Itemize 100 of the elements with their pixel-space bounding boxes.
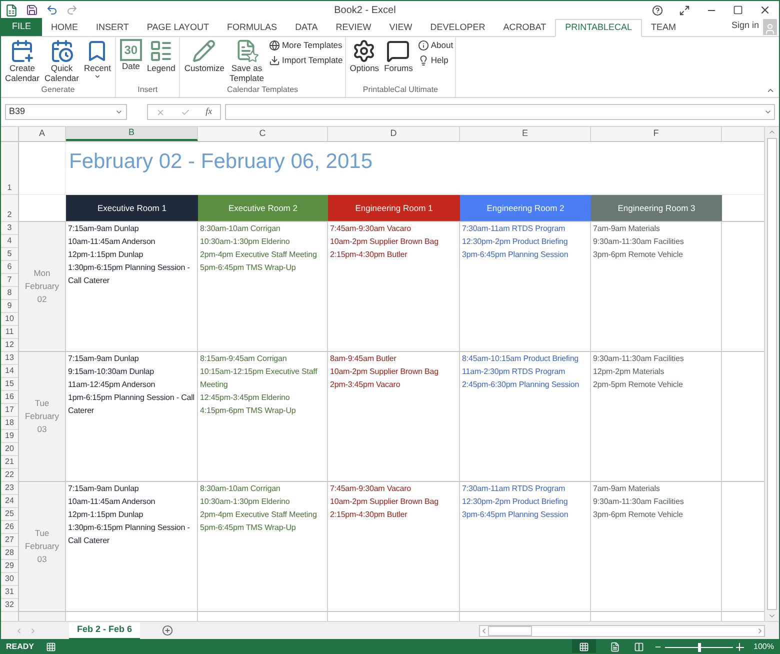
row-header[interactable]: 19 (1, 430, 18, 443)
row-header[interactable]: 27 (1, 534, 18, 547)
row-header[interactable]: 17 (1, 404, 18, 417)
event-entry: 9:30am-11:30am Facilities (593, 236, 685, 248)
row-header[interactable]: 15 (1, 378, 18, 391)
name-box[interactable]: B39 (5, 104, 127, 120)
sign-in-link[interactable]: Sign in (731, 18, 759, 32)
ribbon-tab[interactable]: ACROBAT (494, 19, 556, 37)
window-title: Book2 - Excel (333, 4, 397, 18)
ribbon-button[interactable]: Options (348, 39, 382, 73)
new-sheet-icon[interactable] (162, 625, 174, 636)
row-header[interactable]: 28 (1, 547, 18, 560)
event-entry: 5pm-6:45pm TMS Wrap-Up (200, 522, 297, 534)
ribbon-tab[interactable]: DEVELOPER (421, 19, 494, 37)
normal-view-button[interactable] (572, 639, 596, 653)
row-header[interactable]: 11 (1, 326, 18, 339)
maximize-icon[interactable] (733, 5, 743, 15)
sheet-tab[interactable]: Feb 2 - Feb 6 (69, 622, 140, 640)
ribbon-button[interactable]: Save as Template (227, 39, 266, 83)
ribbon-tab[interactable]: INSERT (87, 19, 138, 37)
ribbon-tab[interactable]: REVIEW (326, 19, 380, 37)
ribbon-small-button[interactable]: About (418, 39, 454, 52)
row-header[interactable]: 12 (1, 339, 18, 352)
row-header[interactable]: 6 (1, 261, 18, 274)
row-header[interactable]: 29 (1, 560, 18, 573)
speech-bubble-icon (386, 39, 410, 63)
horizontal-scrollbar[interactable] (479, 624, 765, 636)
event-entry: 10:15am-12:15pm Executive Staff Meeting (200, 366, 318, 391)
ribbon-small-button[interactable]: More Templates (268, 39, 343, 52)
row-header[interactable]: 2 (1, 195, 18, 222)
ribbon-button[interactable]: Legend (144, 39, 178, 73)
column-header[interactable]: E (460, 127, 591, 141)
ribbon-button[interactable]: Customize (182, 39, 226, 73)
row-header[interactable]: 13 (1, 352, 18, 365)
scroll-left-icon[interactable] (480, 626, 488, 634)
scroll-up-icon[interactable] (768, 128, 776, 136)
scroll-down-icon[interactable] (768, 612, 776, 620)
ribbon-small-button[interactable]: Help (418, 54, 454, 66)
row-header[interactable]: 9 (1, 300, 18, 313)
row-header[interactable]: 22 (1, 469, 18, 482)
column-header[interactable]: F (591, 127, 722, 141)
ribbon-tab[interactable]: PRINTABLECAL (555, 19, 642, 37)
settings-icon (352, 39, 376, 63)
row-header[interactable]: 30 (1, 573, 18, 586)
ribbon-button[interactable]: Forums (382, 39, 415, 73)
ribbon-button[interactable]: Quick Calendar (42, 39, 81, 83)
zoom-in-icon[interactable] (736, 643, 744, 651)
event-entry: 4:15pm-6pm TMS Wrap-Up (200, 405, 297, 417)
row-header[interactable]: 14 (1, 365, 18, 378)
row-header[interactable]: 31 (1, 586, 18, 599)
vertical-scrollbar[interactable] (764, 127, 779, 621)
row-header[interactable]: 25 (1, 508, 18, 521)
ribbon-tab[interactable]: TEAM (642, 19, 686, 37)
row-header[interactable]: 24 (1, 495, 18, 508)
row-header[interactable]: 32 (1, 599, 18, 612)
help-icon[interactable] (652, 4, 663, 16)
zoom-slider-thumb[interactable] (698, 642, 701, 652)
scroll-right-icon[interactable] (756, 626, 764, 634)
ribbon-tab[interactable]: DATA (286, 19, 327, 37)
row-header[interactable]: 7 (1, 274, 18, 287)
scroll-thumb[interactable] (488, 626, 532, 636)
collapse-ribbon-icon[interactable] (766, 86, 775, 95)
row-header[interactable]: 20 (1, 443, 18, 456)
file-tab[interactable]: FILE (1, 18, 42, 36)
ribbon-tab[interactable]: VIEW (380, 19, 422, 37)
ribbon-button[interactable]: Recent (82, 39, 113, 80)
row-header[interactable]: 1 (1, 142, 18, 195)
row-header[interactable]: 3 (1, 222, 18, 235)
ribbon-tab[interactable]: HOME (42, 19, 88, 37)
column-header[interactable]: D (328, 127, 460, 141)
row-header[interactable]: 8 (1, 287, 18, 300)
save-icon[interactable] (26, 4, 38, 16)
ribbon-small-button[interactable]: Import Template (268, 54, 343, 66)
ribbon-tab[interactable]: FORMULAS (218, 19, 286, 37)
scroll-thumb[interactable] (767, 138, 778, 610)
ribbon-tab[interactable]: PAGE LAYOUT (138, 19, 218, 37)
row-header[interactable]: 23 (1, 482, 18, 495)
close-icon[interactable] (759, 4, 771, 16)
row-header[interactable]: 10 (1, 313, 18, 326)
column-header[interactable]: C (198, 127, 328, 141)
row-header[interactable]: 4 (1, 235, 18, 248)
day-label: Tue February 03 (19, 482, 66, 611)
ribbon-button[interactable]: 30 Date (118, 39, 144, 71)
row-header[interactable]: 18 (1, 417, 18, 430)
row-header[interactable]: 21 (1, 456, 18, 469)
zoom-level[interactable]: 100% (754, 641, 774, 653)
row-header[interactable]: 16 (1, 391, 18, 404)
event-entry: 10am-2pm Supplier Brown Bag (330, 496, 440, 508)
insert-function-button[interactable]: fx (206, 105, 212, 119)
expand-icon[interactable] (764, 108, 772, 116)
page-break-view-icon[interactable] (634, 642, 644, 652)
event-entry: 1pm-6:15pm Planning Session - Call Caterer (68, 392, 196, 417)
formula-input[interactable] (225, 104, 775, 120)
ribbon-button[interactable]: Create Calendar (3, 39, 42, 83)
event-entry: 3pm-6pm Remote Vehicle (593, 249, 684, 261)
row-header[interactable]: 5 (1, 248, 18, 261)
page-layout-view-icon[interactable] (610, 642, 620, 652)
column-header[interactable]: B (66, 127, 198, 141)
row-header[interactable]: 26 (1, 521, 18, 534)
undo-icon[interactable] (46, 4, 58, 16)
